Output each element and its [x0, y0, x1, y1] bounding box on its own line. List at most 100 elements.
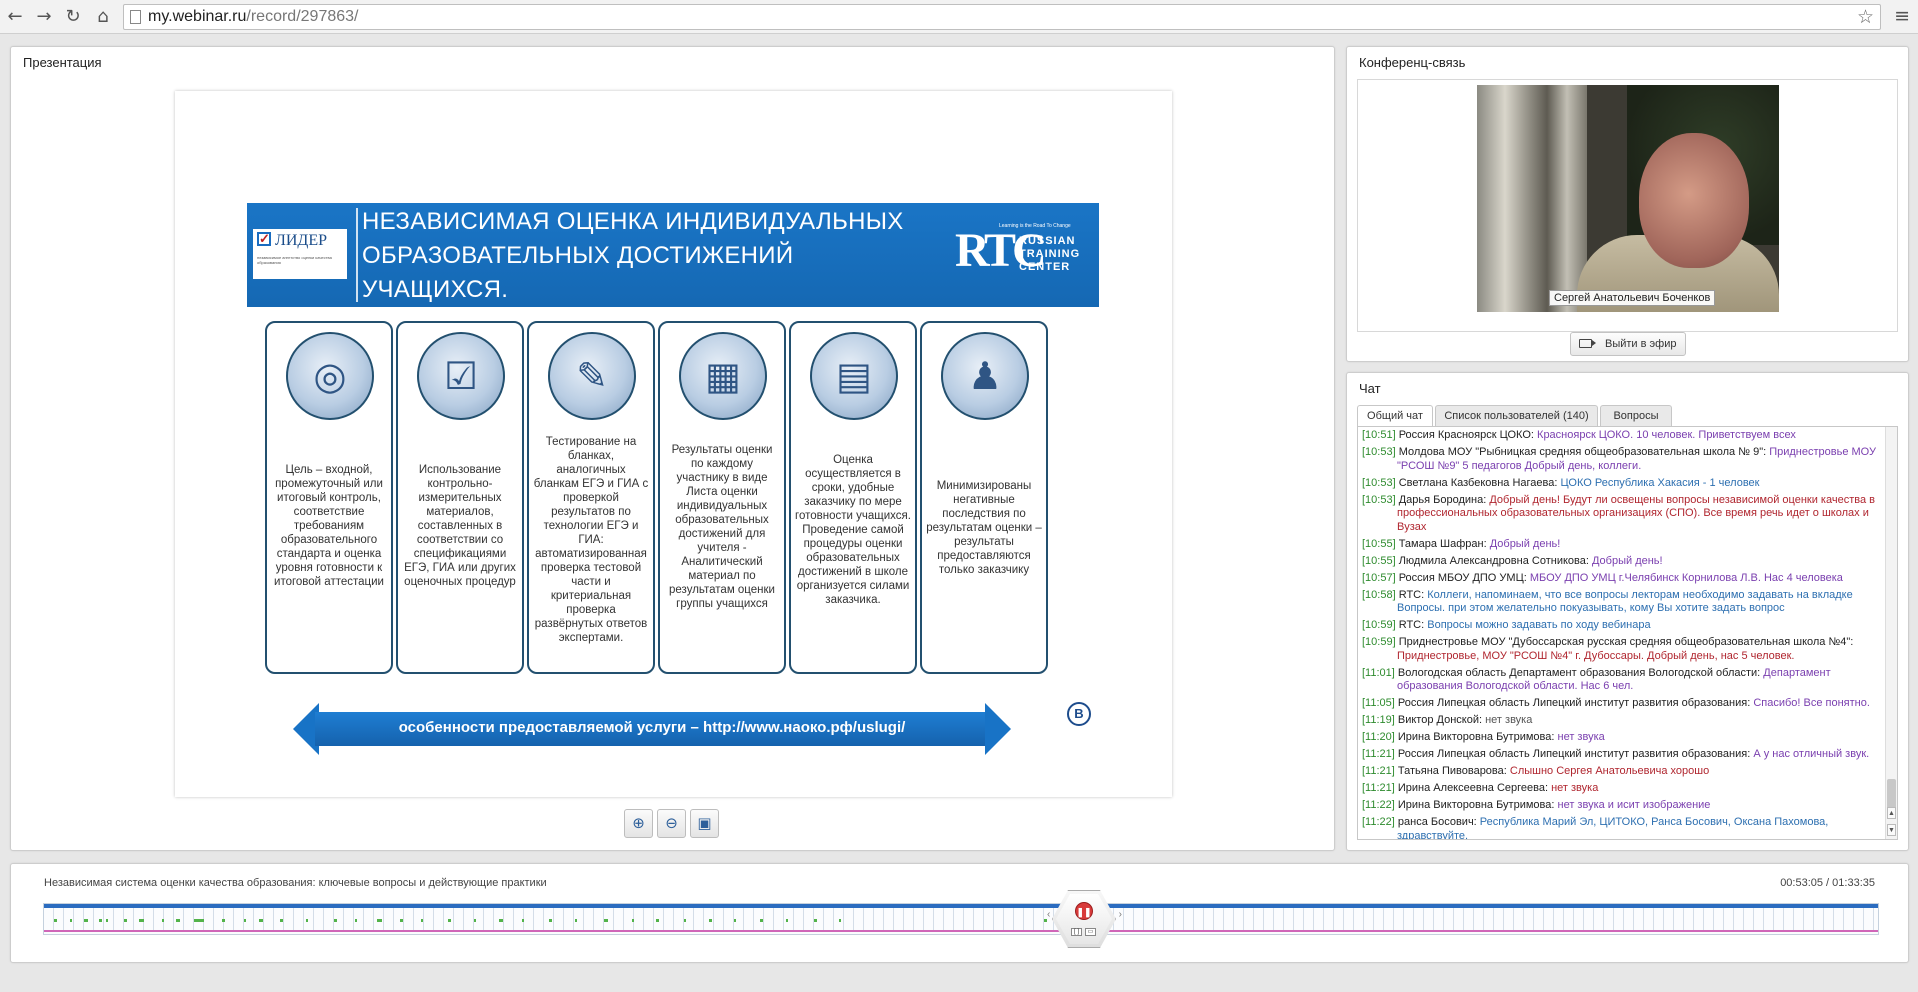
chat-message-author: Людмила Александровна Сотникова:: [1398, 554, 1589, 567]
chat-message: [10:53] Дарья Бородина: Добрый день! Буд…: [1362, 494, 1884, 535]
chat-message-time: [11:01]: [1362, 666, 1395, 679]
bookmark-star-icon[interactable]: ☆: [1857, 6, 1874, 28]
chat-message-author: Россия Красноярск ЦОКО:: [1398, 429, 1534, 441]
activity-marker: [684, 919, 686, 922]
tab-general-chat[interactable]: Общий чат: [1357, 405, 1433, 427]
chat-message-author: Приднестровье МОУ "Дубоссарская русская …: [1398, 636, 1854, 648]
activity-marker: [259, 919, 263, 922]
chat-message-text: Коллеги, напоминаем, что все вопросы лек…: [1397, 588, 1853, 615]
chat-message-time: [10:57]: [1362, 571, 1396, 584]
slide-columns: ◎ Цель – входной, промежуточный или итог…: [265, 321, 1052, 674]
bar-chart-icon: ▦: [679, 332, 767, 420]
forward-arrow-icon[interactable]: →: [33, 6, 55, 28]
activity-marker: [106, 919, 108, 922]
back-arrow-icon[interactable]: ←: [4, 6, 26, 28]
chat-message: [11:19] Виктор Донской: нет звука: [1362, 714, 1884, 728]
chat-message: [11:22] ранса Босович: Республика Марий …: [1362, 816, 1884, 839]
activity-marker: [162, 919, 164, 922]
speaker-name-caption: Сергей Анатольевич Боченков: [1549, 290, 1716, 306]
activity-marker: [760, 919, 763, 922]
presentation-title: Презентация: [23, 55, 102, 70]
target-icon: ◎: [286, 332, 374, 420]
activity-marker: [448, 919, 451, 922]
slide-column: ✎ Тестирование на бланках, аналогичных б…: [527, 321, 655, 674]
slide-column-text: Цель – входной, промежуточный или итогов…: [274, 464, 384, 588]
activity-marker: [84, 919, 88, 922]
slide-column: ▤ Оценка осуществляется в сроки, удобные…: [789, 321, 917, 674]
chat-message: [10:53] Светлана Казбековна Нагаева: ЦОК…: [1362, 477, 1884, 491]
url-text[interactable]: my.webinar.ru/record/297863/: [148, 8, 358, 26]
chat-message-text: А у нас отличный звук.: [1753, 748, 1870, 760]
go-on-air-label: Выйти в эфир: [1605, 338, 1677, 350]
activity-marker: [709, 919, 712, 922]
zoom-out-icon[interactable]: ⊖: [657, 809, 686, 838]
playback-time: 00:53:05 / 01:33:35: [1780, 877, 1875, 889]
services-arrow-text: особенности предоставляемой услуги – htt…: [398, 719, 906, 736]
chat-message-time: [11:21]: [1362, 748, 1395, 760]
chevron-right-icon[interactable]: ›: [1119, 909, 1122, 920]
chat-message-author: RTC:: [1398, 619, 1425, 631]
fullscreen-icon[interactable]: [ ]: [1071, 928, 1082, 936]
chat-message-time: [10:59]: [1362, 636, 1396, 648]
activity-marker: [474, 919, 476, 922]
chat-message-author: Светлана Казбековна Нагаева:: [1398, 476, 1558, 489]
save-icon[interactable]: ▣: [690, 809, 719, 838]
pause-icon[interactable]: ❚❚: [1075, 902, 1093, 920]
timeline-track[interactable]: [43, 903, 1879, 935]
chat-message-text: нет звука и исит изображение: [1557, 799, 1711, 811]
hse-badge: В: [1067, 702, 1091, 726]
tab-user-list[interactable]: Список пользователей (140): [1435, 405, 1598, 426]
activity-marker: [334, 919, 337, 922]
menu-icon[interactable]: ≡: [1894, 5, 1910, 27]
activity-marker: [839, 919, 841, 922]
chat-message-author: Вологодская область Департамент образова…: [1397, 666, 1761, 679]
chat-scrollbar[interactable]: ▲ ▼: [1885, 427, 1897, 839]
chat-message-time: [10:59]: [1362, 619, 1396, 631]
scroll-up-icon[interactable]: ▲: [1887, 807, 1896, 819]
chat-message-text: нет звука: [1551, 782, 1599, 794]
speaker-video[interactable]: Сергей Анатольевич Боченков: [1477, 85, 1779, 312]
activity-marker: [575, 919, 577, 922]
chat-message-time: [11:21]: [1362, 782, 1395, 794]
chat-message-text: Слышно Сергея Анатольевича хорошо: [1509, 765, 1710, 777]
activity-marker: [280, 919, 283, 922]
chat-message-text: Приднестровье, МОУ "РСОШ №4" г. Дубоссар…: [1397, 649, 1795, 662]
browser-toolbar: ← → ↻ ⌂ my.webinar.ru/record/297863/ ☆ ≡: [0, 0, 1918, 34]
screen-icon[interactable]: ▭: [1085, 928, 1096, 936]
reload-icon[interactable]: ↻: [62, 6, 84, 28]
chat-title: Чат: [1359, 381, 1381, 396]
timeline-ticks: [44, 908, 1878, 930]
chat-message-author: Ирина Викторовна Бутримова:: [1397, 731, 1555, 743]
chat-message: [10:57] Россия МБОУ ДПО УМЦ: МБОУ ДПО УМ…: [1362, 572, 1884, 586]
chat-message-author: Татьяна Пивоварова:: [1397, 765, 1507, 777]
url-host: my.webinar.ru: [148, 8, 247, 25]
timeline-bottom-line: [44, 930, 1878, 932]
presentation-panel: Презентация ✓ ЛИДЕР независимое агентств…: [10, 46, 1335, 851]
scroll-down-icon[interactable]: ▼: [1887, 824, 1896, 836]
playhead[interactable]: ‹ › ❚❚ [ ] ▭: [1047, 890, 1122, 948]
slide-heading-line: НЕЗАВИСИМАЯ ОЦЕНКА ИНДИВИДУАЛЬНЫХ: [362, 208, 904, 235]
slide-column-text: Использование контрольно-измерительных м…: [404, 464, 516, 588]
activity-marker: [632, 919, 634, 922]
page-icon: [130, 10, 141, 24]
tab-questions[interactable]: Вопросы: [1600, 405, 1672, 426]
activity-marker: [194, 919, 204, 922]
chat-message: [10:55] Тамара Шафран: Добрый день!: [1362, 538, 1884, 552]
slide-column-text: Минимизированы негативные последствия по…: [926, 480, 1042, 576]
chat-message: [11:20] Ирина Викторовна Бутримова: нет …: [1362, 731, 1884, 745]
chat-message-time: [10:53]: [1362, 476, 1396, 489]
conference-panel: Конференц-связь Сергей Анатольевич Бочен…: [1346, 46, 1909, 362]
chat-messages[interactable]: [10:51] Россия Красноярск ЦОКО: Краснояр…: [1357, 426, 1898, 840]
check-icon: ✓: [257, 231, 271, 246]
chat-message: [10:58] RTC: Коллеги, напоминаем, что вс…: [1362, 589, 1884, 616]
activity-marker: [400, 919, 403, 922]
home-icon[interactable]: ⌂: [92, 6, 114, 28]
rtc-logo: RTC Learning is the Road To Change RUSSI…: [955, 223, 1085, 287]
chat-message-time: [10:53]: [1362, 446, 1396, 458]
chevron-left-icon[interactable]: ‹: [1047, 909, 1050, 920]
address-bar[interactable]: my.webinar.ru/record/297863/ ☆: [123, 4, 1881, 30]
go-on-air-button[interactable]: Выйти в эфир: [1570, 332, 1686, 356]
person-icon: ♟: [941, 332, 1029, 420]
chat-message-text: ЦОКО Республика Хакасия - 1 человек: [1560, 476, 1760, 489]
zoom-in-icon[interactable]: ⊕: [624, 809, 653, 838]
